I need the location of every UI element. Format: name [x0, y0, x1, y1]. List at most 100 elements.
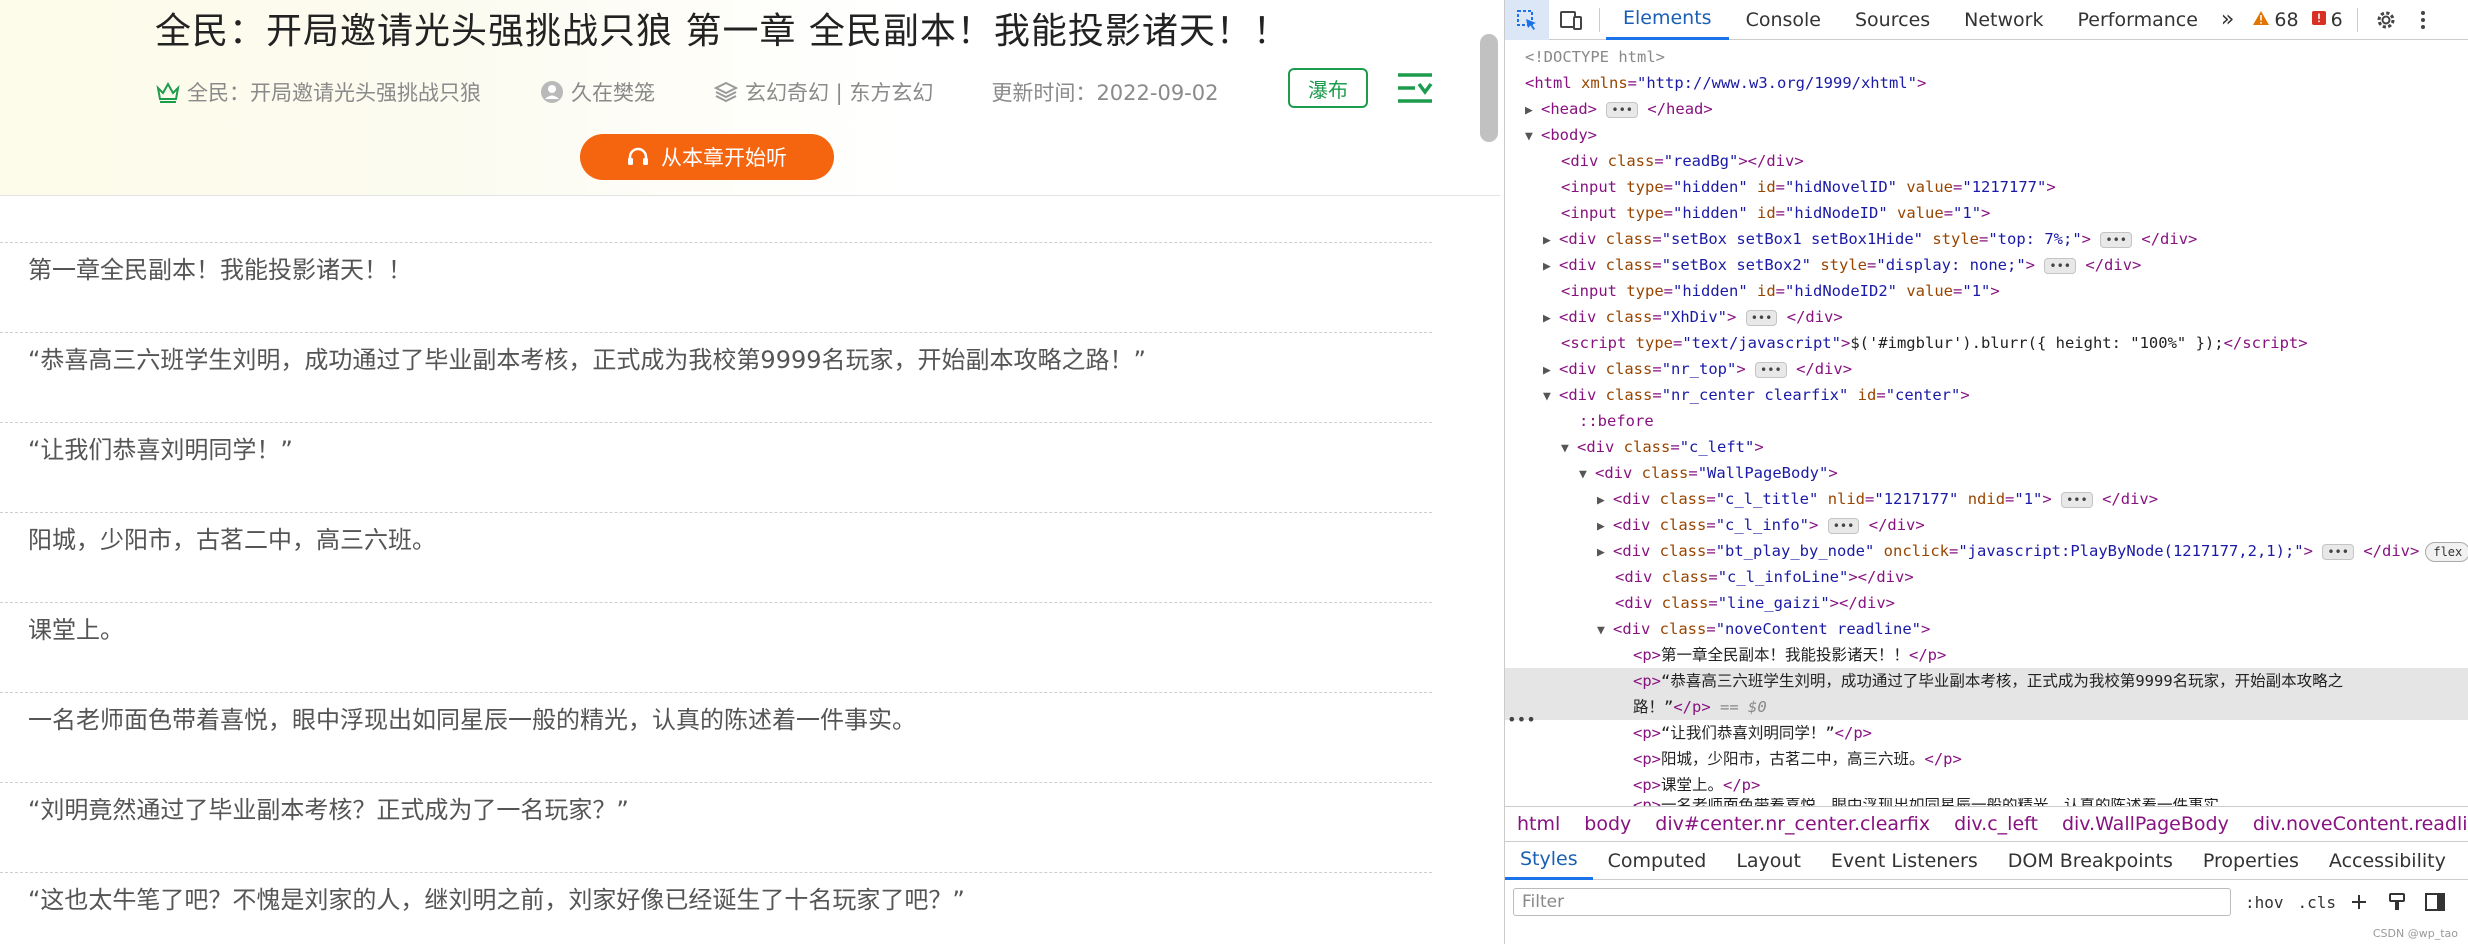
dom-node-input-nodeid[interactable]: <input type="hidden" id="hidNodeID" valu… [1561, 200, 1990, 226]
inspect-element-icon[interactable] [1505, 0, 1549, 40]
styles-filter-input[interactable] [1513, 888, 2231, 916]
toggle-sidebar-icon[interactable] [2420, 887, 2450, 917]
listen-from-chapter-button[interactable]: 从本章开始听 [580, 134, 834, 180]
novel-content [0, 196, 1432, 944]
waterfall-mode-button[interactable]: 瀑布 [1288, 68, 1368, 108]
dom-node-line-gaizi[interactable]: <div class="line_gaizi"></div> [1615, 590, 1895, 616]
dom-node-setbox1[interactable]: ▶ <div class="setBox setBox1 setBox1Hide"… [1543, 226, 2197, 252]
dom-node-p[interactable]: <p>课堂上。</p> [1633, 772, 1760, 798]
tab-performance[interactable]: Performance [2061, 0, 2215, 40]
author-item[interactable]: 久在樊笼 [539, 77, 655, 107]
dom-node-wallpagebody[interactable]: ▼ <div class="WallPageBody"> [1579, 460, 1838, 486]
paragraph: “刘明竟然通过了毕业副本考核？正式成为了一名玩家？” [28, 796, 629, 824]
error-icon [2311, 9, 2327, 31]
paragraph: 阳城，少阳市，古茗二中，高三六班。 [28, 526, 436, 554]
page-scrollbar-thumb[interactable] [1480, 34, 1498, 142]
update-label: 更新时间： [991, 81, 1097, 105]
more-tabs-button[interactable]: » [2215, 0, 2240, 40]
book-name-text: 全民：开局邀请光头强挑战只狼 [187, 81, 481, 105]
paint-brush-icon[interactable] [2382, 887, 2412, 917]
listen-label: 从本章开始听 [661, 146, 787, 170]
tab-styles[interactable]: Styles [1505, 842, 1593, 880]
add-rule-icon[interactable] [2344, 887, 2374, 917]
warnings-badge[interactable]: 68 [2252, 9, 2299, 31]
collapsed-ellipsis[interactable]: ••• [1745, 309, 1778, 326]
dom-node-nr-top[interactable]: ▶ <div class="nr_top"> ••• </div> [1543, 356, 1852, 382]
dom-node-p-partial[interactable]: <p>一名老师面色带着喜悦，眼中浮现出如同星辰一般的精光，认真的陈述着一件事实。 [1633, 798, 2235, 806]
device-toolbar-icon[interactable] [1549, 0, 1593, 40]
dom-node-p-cont[interactable]: 路！”</p> == $0 [1633, 694, 1767, 720]
collapsed-ellipsis[interactable]: ••• [2044, 257, 2077, 274]
chapter-title: 全民：开局邀请光头强挑战只狼 第一章 全民副本！我能投影诸天！！ [155, 11, 1290, 52]
dom-node-c-l-infoline[interactable]: <div class="c_l_infoLine"></div> [1615, 564, 1914, 590]
update-date: 2022-09-02 [1096, 81, 1219, 105]
dom-node-input-nodeid2[interactable]: <input type="hidden" id="hidNodeID2" val… [1561, 278, 2000, 304]
dom-node-setbox2[interactable]: ▶ <div class="setBox setBox2" style="disp… [1543, 252, 2141, 278]
dom-tree: <!DOCTYPE html> <html xmlns="http://www.… [1505, 44, 2468, 806]
watermark-text: CSDN @wp_tao [2372, 927, 2458, 940]
collapsed-ellipsis[interactable]: ••• [1606, 101, 1639, 118]
toolbar-separator [1599, 7, 1600, 32]
catalog-menu-icon[interactable] [1395, 68, 1435, 108]
dom-node-c-left[interactable]: ▼ <div class="c_left"> [1561, 434, 1764, 460]
book-info-row: 全民：开局邀请光头强挑战只狼 久在樊笼 玄幻奇幻 | 东方玄幻 更新时间：202… [155, 74, 1278, 110]
collapsed-ellipsis[interactable]: ••• [2100, 231, 2133, 248]
dom-node-p[interactable]: <p>“让我们恭喜刘明同学！”</p> [1633, 720, 1872, 746]
dom-doctype[interactable]: <!DOCTYPE html> [1525, 44, 1665, 70]
breadcrumb-wallpagebody[interactable]: div.WallPageBody [2050, 813, 2241, 835]
dom-node-head[interactable]: ▶ <head> ••• </head> [1525, 96, 1713, 122]
dom-node-readbg[interactable]: <div class="readBg"></div> [1561, 148, 1804, 174]
breadcrumb-novecontent[interactable]: div.noveContent.readline [2241, 813, 2468, 835]
author-text: 久在樊笼 [571, 81, 655, 105]
breadcrumb-html[interactable]: html [1505, 813, 1572, 835]
headphones-icon [627, 147, 649, 167]
paragraph: 课堂上。 [28, 616, 124, 644]
node-actions-icon[interactable]: ••• [1507, 710, 1536, 729]
dom-node-novecontent[interactable]: ▼ <div class="noveContent readline"> [1597, 616, 1930, 642]
dom-node-p[interactable]: <p>阳城，少阳市，古茗二中，高三六班。</p> [1633, 746, 1962, 772]
dom-pseudo-before[interactable]: ::before [1579, 408, 1654, 434]
collapsed-ellipsis[interactable]: ••• [1827, 517, 1860, 534]
dom-node-input-novelid[interactable]: <input type="hidden" id="hidNovelID" val… [1561, 174, 2056, 200]
tab-layout[interactable]: Layout [1721, 842, 1816, 880]
breadcrumb-body[interactable]: body [1572, 813, 1643, 835]
breadcrumb-center[interactable]: div#center.nr_center.clearfix [1643, 813, 1942, 835]
dom-node-c-l-info[interactable]: ▶ <div class="c_l_info"> ••• </div> [1597, 512, 1925, 538]
dom-node-nr-center[interactable]: ▼ <div class="nr_center clearfix" id="cen… [1543, 382, 1970, 408]
dom-node-bt-play[interactable]: ▶ <div class="bt_play_by_node" onclick="j… [1597, 538, 2468, 564]
tab-dom-breakpoints[interactable]: DOM Breakpoints [1993, 842, 2188, 880]
tab-accessibility[interactable]: Accessibility [2314, 842, 2461, 880]
tab-computed[interactable]: Computed [1593, 842, 1722, 880]
dom-node-html[interactable]: <html xmlns="http://www.w3.org/1999/xhtm… [1525, 70, 1926, 96]
dom-node-body[interactable]: ▼ <body> [1525, 122, 1597, 148]
tab-network[interactable]: Network [1947, 0, 2060, 40]
dom-node-c-l-title[interactable]: ▶ <div class="c_l_title" nlid="1217177" n… [1597, 486, 2158, 512]
dom-node-script[interactable]: <script type="text/javascript">$('#imgbl… [1561, 330, 2308, 356]
tab-event-listeners[interactable]: Event Listeners [1816, 842, 1993, 880]
errors-badge[interactable]: 6 [2311, 9, 2343, 31]
errors-count: 6 [2330, 8, 2343, 31]
dom-node-p[interactable]: <p>第一章全民副本！我能投影诸天！！</p> [1633, 642, 1946, 668]
hover-state-button[interactable]: :hov [2245, 893, 2284, 912]
kebab-menu-icon[interactable] [2408, 0, 2438, 40]
book-name-item[interactable]: 全民：开局邀请光头强挑战只狼 [155, 77, 481, 107]
class-toggle-button[interactable]: .cls [2298, 893, 2337, 912]
paragraph: “让我们恭喜刘明同学！” [28, 436, 293, 464]
collapsed-ellipsis[interactable]: ••• [1755, 361, 1787, 378]
collapsed-ellipsis[interactable]: ••• [2322, 543, 2354, 560]
tab-console[interactable]: Console [1729, 0, 1838, 40]
category-text: 玄幻奇幻 | 东方玄幻 [745, 81, 934, 105]
flex-badge[interactable]: flex [2425, 541, 2468, 562]
tab-sources[interactable]: Sources [1838, 0, 1947, 40]
tab-properties[interactable]: Properties [2188, 842, 2314, 880]
settings-gear-icon[interactable] [2364, 0, 2408, 40]
breadcrumb-c-left[interactable]: div.c_left [1942, 813, 2050, 835]
styles-filter-row: :hov .cls [1505, 880, 2468, 924]
paragraph: “这也太牛笔了吧？不愧是刘家的人，继刘明之前，刘家好像已经诞生了十名玩家了吧？” [28, 886, 965, 914]
dom-node-xhdiv[interactable]: ▶ <div class="XhDiv"> ••• </div> [1543, 304, 1843, 330]
update-time: 更新时间：2022-09-02 [991, 77, 1218, 107]
tab-elements[interactable]: Elements [1606, 0, 1729, 40]
collapsed-ellipsis[interactable]: ••• [2061, 491, 2093, 508]
category-item[interactable]: 玄幻奇幻 | 东方玄幻 [713, 77, 933, 107]
dom-node-p[interactable]: <p>“恭喜高三六班学生刘明，成功通过了毕业副本考核，正式成为我校第9999名玩… [1633, 668, 2343, 694]
